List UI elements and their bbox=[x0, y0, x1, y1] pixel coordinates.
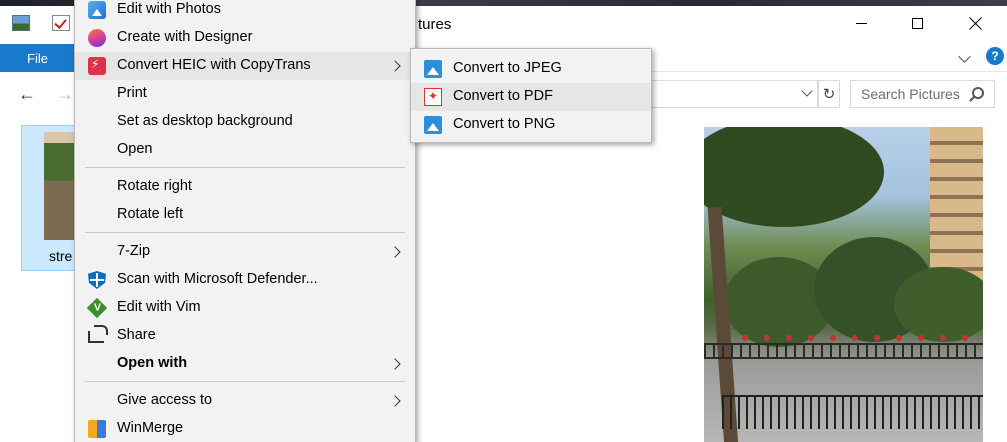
menu-item-give-access-to[interactable]: Give access to bbox=[75, 387, 415, 415]
submenu-arrow-icon bbox=[389, 246, 401, 258]
file-tab[interactable]: File bbox=[0, 44, 75, 72]
menu-separator bbox=[85, 232, 405, 233]
menu-item-label: Set as desktop background bbox=[117, 113, 293, 129]
menu-item-share[interactable]: Share bbox=[75, 322, 415, 350]
photo-tree-canopy bbox=[704, 127, 884, 227]
menu-item-label: Rotate right bbox=[117, 178, 192, 194]
menu-item-label: Create with Designer bbox=[117, 29, 253, 45]
submenu-item-label: Convert to PDF bbox=[453, 88, 553, 104]
minimize-icon bbox=[855, 22, 867, 24]
window-title: tures bbox=[418, 16, 452, 33]
photos-icon bbox=[88, 1, 106, 19]
menu-item-edit-with-vim[interactable]: Edit with Vim bbox=[75, 294, 415, 322]
file-thumbnail bbox=[44, 132, 76, 240]
pdf-icon bbox=[424, 88, 442, 106]
winmerge-icon bbox=[88, 420, 106, 438]
menu-separator bbox=[85, 167, 405, 168]
menu-item-label: Rotate left bbox=[117, 206, 184, 222]
selected-file-item[interactable]: stre bbox=[21, 125, 77, 271]
menu-item-open[interactable]: Open bbox=[75, 136, 415, 164]
file-name-label: stre bbox=[49, 248, 73, 264]
photo-tree bbox=[894, 267, 983, 342]
address-bar[interactable] bbox=[650, 80, 818, 108]
menu-item-rotate-right[interactable]: Rotate right bbox=[75, 173, 415, 201]
copytrans-submenu: Convert to JPEG Convert to PDF Convert t… bbox=[410, 48, 652, 143]
submenu-item-convert-jpeg[interactable]: Convert to JPEG bbox=[411, 55, 651, 83]
preview-pane-photo bbox=[704, 127, 983, 442]
image-icon bbox=[424, 60, 442, 78]
close-button[interactable] bbox=[953, 6, 999, 40]
menu-separator bbox=[85, 381, 405, 382]
defender-shield-icon bbox=[88, 271, 106, 289]
submenu-item-convert-png[interactable]: Convert to PNG bbox=[411, 111, 651, 139]
photo-front-fence bbox=[722, 395, 983, 429]
maximize-button[interactable] bbox=[894, 6, 940, 40]
menu-item-create-with-designer[interactable]: Create with Designer bbox=[75, 24, 415, 52]
menu-item-edit-with-photos[interactable]: Edit with Photos bbox=[75, 0, 415, 24]
menu-item-set-desktop-background[interactable]: Set as desktop background bbox=[75, 108, 415, 136]
menu-item-label: Edit with Photos bbox=[117, 1, 221, 17]
menu-item-print[interactable]: Print bbox=[75, 80, 415, 108]
menu-item-winmerge[interactable]: WinMerge bbox=[75, 415, 415, 442]
picture-folder-icon[interactable] bbox=[12, 15, 30, 31]
photo-fence bbox=[704, 343, 983, 359]
submenu-arrow-icon bbox=[389, 358, 401, 370]
close-icon bbox=[969, 16, 983, 30]
menu-item-convert-heic-copytrans[interactable]: Convert HEIC with CopyTrans bbox=[75, 52, 415, 80]
menu-item-label: WinMerge bbox=[117, 420, 184, 436]
back-arrow-icon[interactable]: ← bbox=[18, 84, 36, 105]
menu-item-scan-defender[interactable]: Scan with Microsoft Defender... bbox=[75, 266, 415, 294]
help-icon[interactable]: ? bbox=[986, 47, 1004, 65]
maximize-icon bbox=[911, 17, 923, 29]
search-placeholder: Search Pictures bbox=[861, 86, 960, 102]
menu-item-label: Edit with Vim bbox=[117, 299, 201, 315]
properties-check-icon[interactable] bbox=[52, 15, 70, 31]
refresh-icon[interactable]: ↻ bbox=[818, 80, 840, 108]
menu-item-label: Print bbox=[117, 85, 147, 101]
minimize-button[interactable] bbox=[838, 6, 884, 40]
submenu-arrow-icon bbox=[389, 60, 401, 72]
designer-icon bbox=[88, 29, 106, 47]
menu-item-label: 7-Zip bbox=[117, 243, 151, 259]
vim-icon bbox=[86, 297, 108, 319]
share-icon bbox=[88, 325, 108, 343]
menu-item-rotate-left[interactable]: Rotate left bbox=[75, 201, 415, 229]
menu-item-label: Give access to bbox=[117, 392, 213, 408]
context-menu: Edit with Photos Create with Designer Co… bbox=[74, 0, 416, 442]
submenu-item-label: Convert to PNG bbox=[453, 116, 556, 132]
image-icon bbox=[424, 116, 442, 134]
submenu-arrow-icon bbox=[389, 395, 401, 407]
menu-item-label: Open bbox=[117, 141, 153, 157]
menu-item-7zip[interactable]: 7-Zip bbox=[75, 238, 415, 266]
search-icon bbox=[972, 87, 984, 99]
photo-flowers bbox=[734, 333, 983, 343]
submenu-item-convert-pdf[interactable]: Convert to PDF bbox=[411, 83, 651, 111]
ribbon-expand-chevron-icon[interactable] bbox=[958, 50, 971, 63]
copytrans-icon bbox=[88, 57, 106, 75]
search-input[interactable]: Search Pictures bbox=[850, 80, 995, 108]
submenu-item-label: Convert to JPEG bbox=[453, 60, 562, 76]
menu-item-label: Share bbox=[117, 327, 156, 343]
menu-item-label: Convert HEIC with CopyTrans bbox=[117, 57, 311, 73]
menu-item-label: Scan with Microsoft Defender... bbox=[117, 271, 318, 287]
menu-item-label: Open with bbox=[117, 355, 188, 371]
menu-item-open-with[interactable]: Open with bbox=[75, 350, 415, 378]
forward-arrow-icon[interactable]: → bbox=[56, 84, 74, 105]
